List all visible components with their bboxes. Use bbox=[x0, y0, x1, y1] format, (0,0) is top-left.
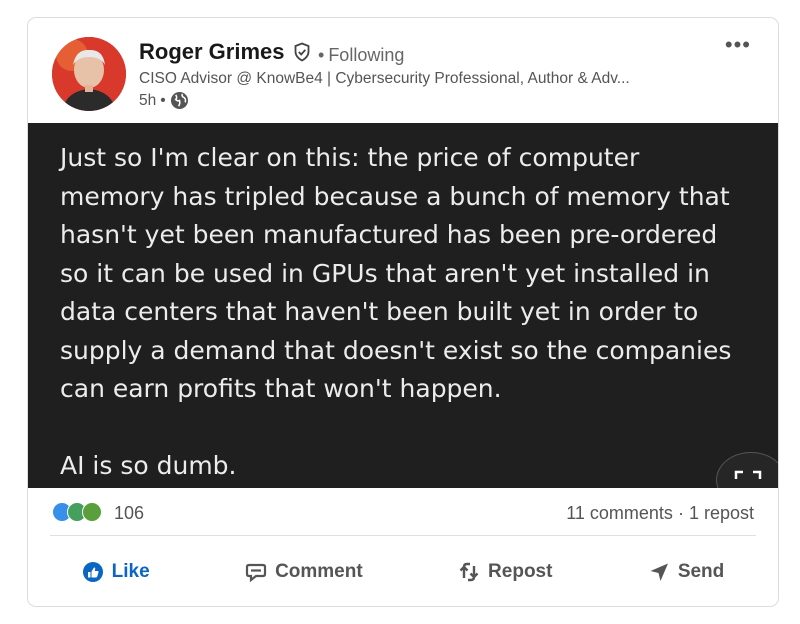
repost-label: Repost bbox=[488, 561, 553, 582]
author-name[interactable]: Roger Grimes bbox=[139, 39, 285, 65]
post-image[interactable]: Just so I'm clear on this: the price of … bbox=[28, 123, 778, 488]
repost-button[interactable]: Repost bbox=[446, 549, 564, 595]
more-icon[interactable]: ••• bbox=[725, 32, 751, 58]
verified-icon bbox=[294, 42, 310, 62]
comment-button[interactable]: Comment bbox=[233, 549, 375, 595]
repost-icon bbox=[459, 562, 479, 582]
repost-count[interactable]: 1 repost bbox=[689, 503, 754, 523]
author-headline: CISO Advisor @ KnowBe4 | Cybersecurity P… bbox=[139, 70, 630, 87]
post-meta: 5h • bbox=[139, 91, 189, 110]
send-button[interactable]: Send bbox=[636, 549, 736, 595]
expand-icon bbox=[734, 470, 762, 479]
comment-icon bbox=[245, 563, 267, 583]
post-card: Roger Grimes • Following CISO Advisor @ K… bbox=[27, 17, 779, 607]
separator-dot: · bbox=[677, 503, 689, 523]
support-reaction-icon bbox=[82, 502, 102, 522]
separator-dot: • bbox=[318, 45, 325, 65]
reaction-icons[interactable] bbox=[52, 502, 102, 522]
post-header: Roger Grimes • Following CISO Advisor @ K… bbox=[28, 18, 778, 123]
post-text: Just so I'm clear on this: the price of … bbox=[60, 143, 732, 480]
like-icon bbox=[82, 562, 103, 582]
separator-dot: • bbox=[160, 91, 166, 109]
social-counts: 106 11 comments · 1 repost bbox=[28, 488, 778, 536]
divider bbox=[50, 535, 756, 536]
reaction-count[interactable]: 106 bbox=[114, 503, 144, 524]
action-bar: Like Comment Repost Send bbox=[28, 549, 778, 595]
send-label: Send bbox=[677, 561, 725, 582]
globe-icon bbox=[170, 91, 188, 110]
follow-status-label: Following bbox=[328, 45, 405, 65]
comment-count[interactable]: 11 comments bbox=[566, 503, 673, 523]
send-icon bbox=[650, 563, 668, 581]
comment-label: Comment bbox=[275, 561, 363, 582]
like-button[interactable]: Like bbox=[70, 549, 162, 595]
follow-status: • Following bbox=[318, 45, 404, 66]
post-time: 5h bbox=[139, 91, 157, 109]
comments-reposts: 11 comments · 1 repost bbox=[566, 503, 754, 524]
like-label: Like bbox=[111, 561, 150, 582]
avatar[interactable] bbox=[52, 37, 126, 111]
